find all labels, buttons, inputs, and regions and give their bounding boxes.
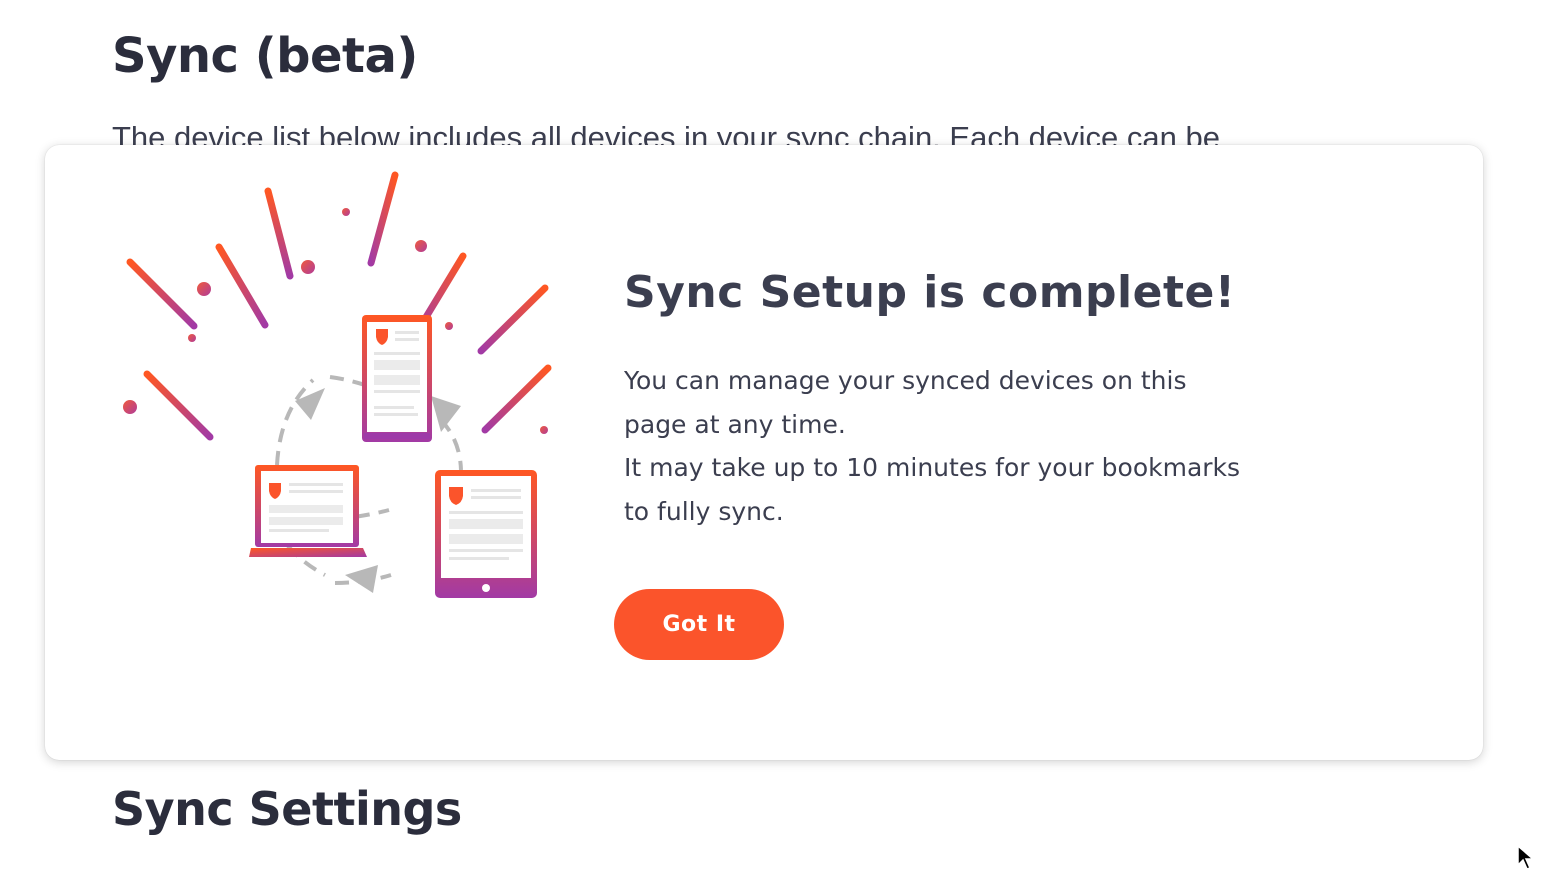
modal-body-line-2: It may take up to 10 minutes for your bo… [624,453,1241,526]
burst-lines [126,171,552,441]
modal-body-line-1: You can manage your synced devices on th… [624,366,1187,439]
sync-devices-illustration [123,171,552,598]
sync-page: Sync (beta) The device list below includ… [0,0,1542,870]
mouse-cursor-icon [1517,845,1536,870]
sync-settings-title: Sync Settings [112,782,462,836]
phone-device [362,315,432,442]
tablet-device [435,470,537,598]
modal-body: You can manage your synced devices on th… [624,359,1244,533]
page-title: Sync (beta) [112,28,418,84]
modal-heading: Sync Setup is complete! [624,267,1236,318]
laptop-device [249,465,367,557]
got-it-button[interactable]: Got It [614,589,784,660]
sync-complete-dialog: Sync Setup is complete! You can manage y… [45,145,1483,760]
